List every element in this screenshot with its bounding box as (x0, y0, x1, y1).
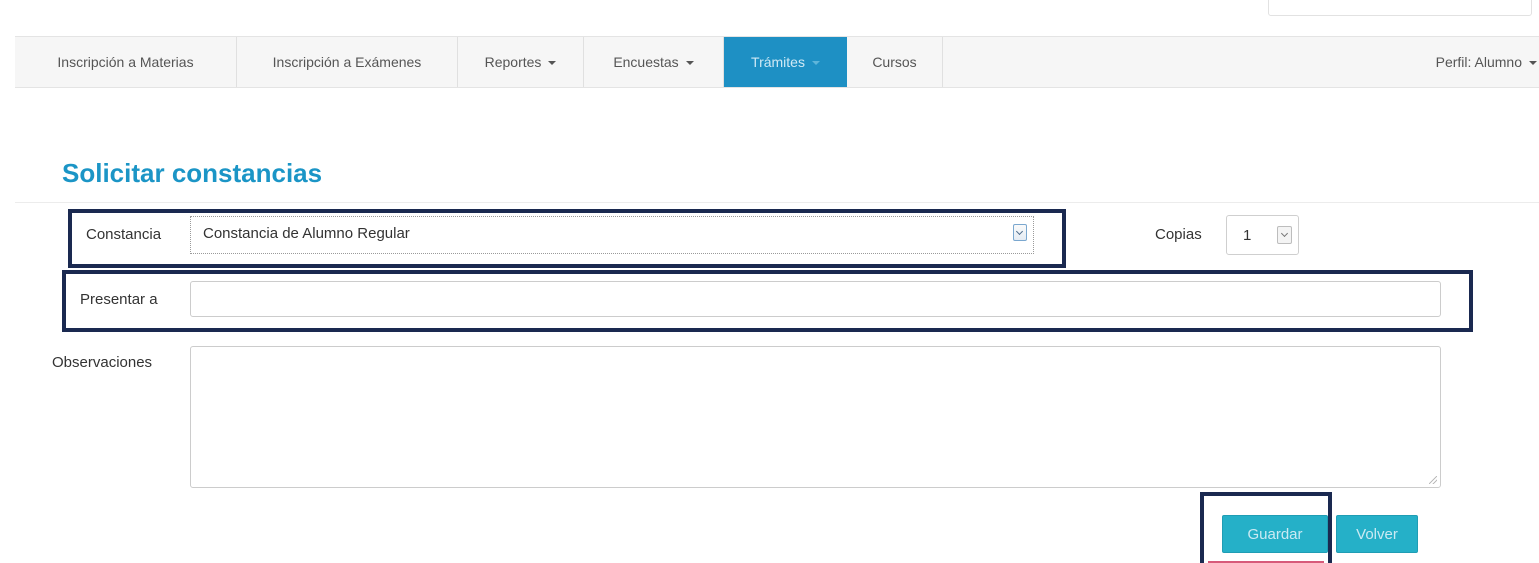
constancia-label: Constancia (86, 226, 162, 243)
nav-item-encuestas[interactable]: Encuestas (584, 37, 724, 87)
nav-item-label: Inscripción a Exámenes (272, 54, 422, 70)
nav-item-inscripcion-materias[interactable]: Inscripción a Materias (15, 37, 237, 87)
caret-down-icon (811, 61, 820, 66)
profile-label: Perfil: Alumno (1435, 54, 1522, 70)
nav-item-tramites[interactable]: Trámites (724, 37, 847, 87)
back-button[interactable]: Volver (1336, 515, 1418, 553)
top-search-input[interactable] (1268, 0, 1532, 16)
nav-item-reportes[interactable]: Reportes (458, 37, 584, 87)
nav-item-cursos[interactable]: Cursos (847, 37, 943, 87)
profile-menu[interactable]: Perfil: Alumno (1436, 37, 1537, 87)
chevron-down-icon[interactable] (1277, 226, 1292, 244)
caret-down-icon (548, 61, 557, 66)
copias-select-value: 1 (1243, 227, 1252, 244)
nav-item-label: Trámites (751, 54, 805, 70)
chevron-down-icon[interactable] (1013, 224, 1027, 241)
caret-down-icon (685, 61, 694, 66)
observaciones-label: Observaciones (52, 354, 153, 371)
page-title: Solicitar constancias (62, 158, 323, 188)
copias-label: Copias (1155, 226, 1202, 243)
main-navbar: Inscripción a Materias Inscripción a Exá… (15, 36, 1539, 88)
nav-item-label: Reportes (484, 54, 542, 70)
nav-item-label: Inscripción a Materias (57, 54, 194, 70)
save-button[interactable]: Guardar (1222, 515, 1328, 553)
nav-item-label: Encuestas (613, 54, 679, 70)
top-strip (0, 0, 1539, 36)
nav-item-label: Cursos (872, 54, 917, 70)
caret-down-icon (1529, 61, 1537, 66)
presentar-input[interactable] (190, 281, 1441, 317)
constancia-select[interactable]: Constancia de Alumno Regular (190, 216, 1034, 254)
observaciones-textarea[interactable] (190, 346, 1441, 488)
resize-grip-icon[interactable] (1429, 476, 1437, 484)
presentar-label: Presentar a (80, 291, 158, 308)
title-divider (15, 202, 1539, 203)
constancia-select-value: Constancia de Alumno Regular (203, 225, 410, 242)
copias-select[interactable]: 1 (1226, 215, 1299, 255)
nav-item-inscripcion-examenes[interactable]: Inscripción a Exámenes (237, 37, 458, 87)
